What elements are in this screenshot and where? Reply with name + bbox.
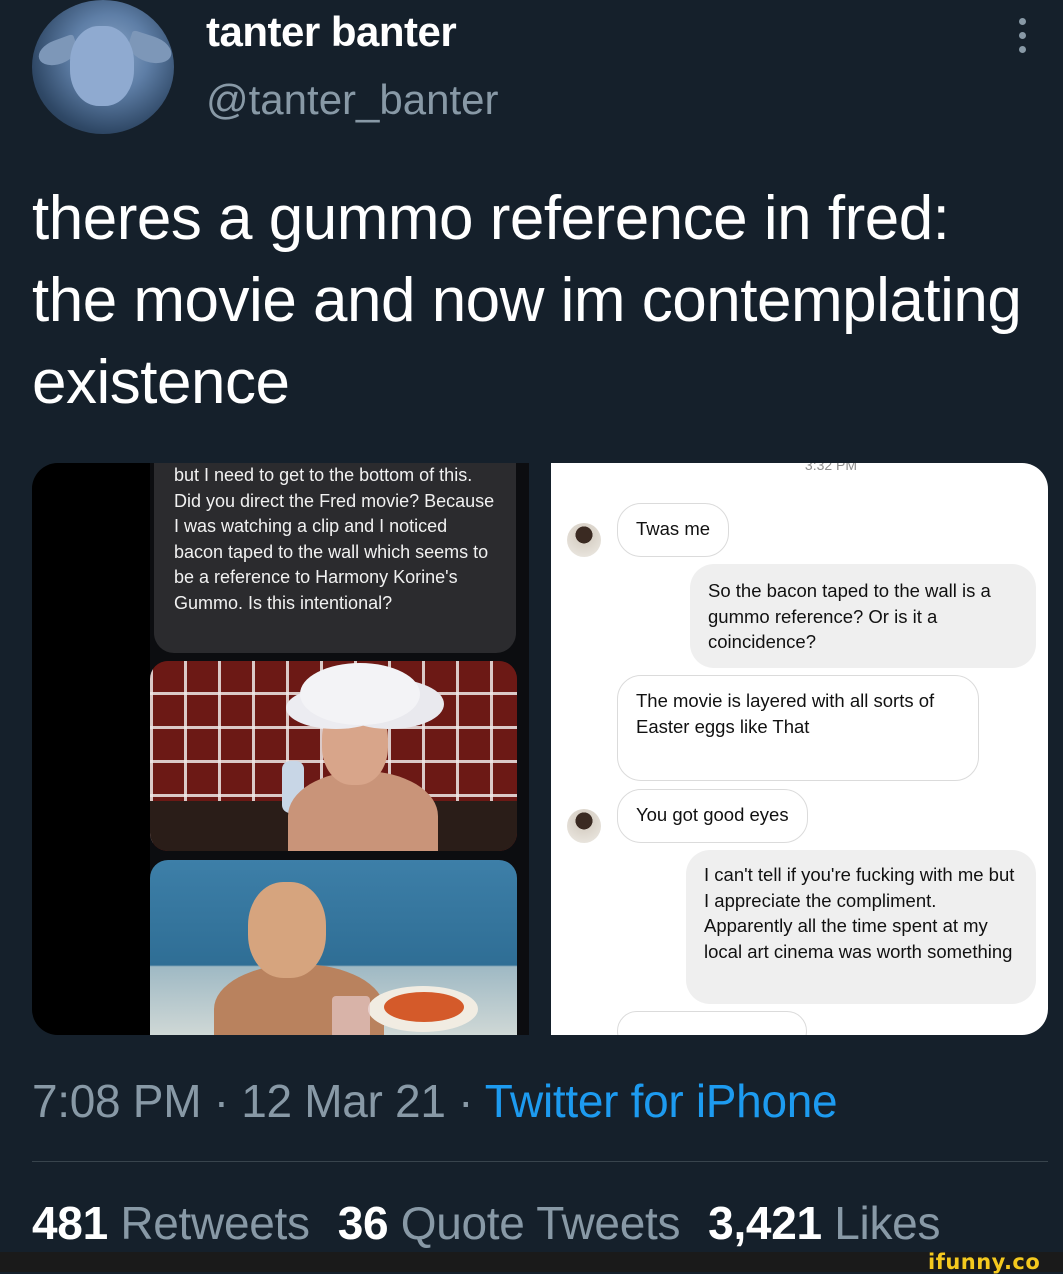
watermark-bar	[0, 1252, 1063, 1272]
chat-avatar	[567, 523, 601, 557]
chat-message-incoming: You got good eyes	[617, 789, 808, 843]
more-vertical-icon[interactable]	[1016, 18, 1030, 62]
dm-message-bubble: but I need to get to the bottom of this.…	[154, 463, 516, 653]
author-handle[interactable]: @tanter_banter	[206, 76, 498, 124]
tweet-image-right[interactable]: 3:32 PM Twas me So the bacon taped to th…	[551, 463, 1048, 1035]
watermark-logo: ifunny.co	[928, 1250, 1041, 1274]
chat-message-outgoing: I can't tell if you're fucking with me b…	[686, 850, 1036, 1004]
bathtub-photo-1	[150, 661, 517, 851]
divider	[32, 1161, 1048, 1162]
tweet-time: 7:08 PM	[32, 1075, 202, 1127]
tweet-date[interactable]: 12 Mar 21	[241, 1075, 446, 1127]
chat-message-outgoing: So the bacon taped to the wall is a gumm…	[690, 564, 1036, 668]
chat-timestamp: 3:32 PM	[804, 463, 858, 473]
chat-message-incoming: The movie is layered with all sorts of E…	[617, 675, 979, 781]
tweet-text: theres a gummo reference in fred: the mo…	[32, 184, 1022, 417]
quote-tweets-stat[interactable]: 36 Quote Tweets	[338, 1197, 681, 1249]
tweet-source-link[interactable]: Twitter for iPhone	[485, 1075, 838, 1127]
retweets-stat[interactable]: 481 Retweets	[32, 1197, 310, 1249]
author-avatar[interactable]	[32, 0, 174, 134]
chat-message-cutoff	[617, 1011, 807, 1035]
chat-message-incoming: Twas me	[617, 503, 730, 557]
author-name[interactable]: tanter banter	[206, 8, 457, 56]
chat-avatar	[567, 809, 601, 843]
tweet-meta: 7:08 PM · 12 Mar 21 · Twitter for iPhone	[32, 1075, 838, 1127]
bathtub-photo-2	[150, 860, 517, 1035]
tweet-image-left[interactable]: but I need to get to the bottom of this.…	[32, 463, 529, 1035]
tweet-stats: 481 Retweets 36 Quote Tweets 3,421 Likes	[32, 1196, 940, 1250]
likes-stat[interactable]: 3,421 Likes	[708, 1197, 940, 1249]
